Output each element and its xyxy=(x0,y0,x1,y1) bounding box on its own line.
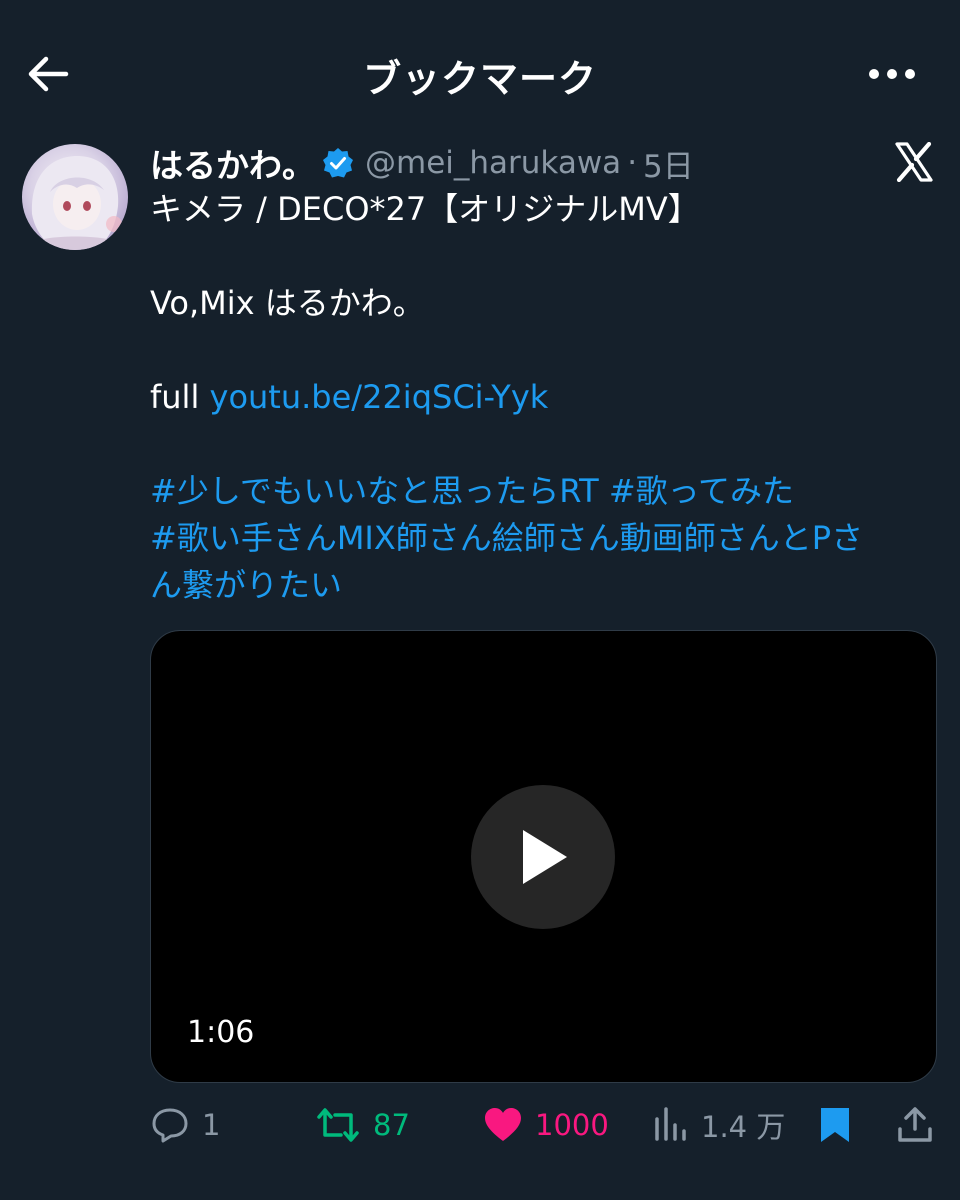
like-button[interactable]: 1000 xyxy=(483,1100,609,1150)
heart-icon xyxy=(485,1108,521,1141)
bookmark-icon xyxy=(821,1108,849,1142)
youtube-link[interactable]: youtu.be/22iqSCi-Yyk xyxy=(210,378,549,416)
tweet-credits-line: Vo,Mix はるかわ。 xyxy=(150,284,425,322)
top-bar: ブックマーク xyxy=(0,0,960,140)
display-name[interactable]: はるかわ。 xyxy=(150,139,315,187)
full-label: full xyxy=(150,378,210,416)
hashtag-line-1: #少しでもいいなと思ったらRT #歌ってみた xyxy=(150,468,930,515)
views-button[interactable]: 1.4 万 xyxy=(653,1100,785,1150)
bookmark-button[interactable] xyxy=(818,1100,852,1150)
more-horizontal-icon xyxy=(869,69,915,79)
play-button[interactable] xyxy=(471,785,615,929)
like-count: 1000 xyxy=(535,1108,609,1142)
user-handle[interactable]: @mei_harukawa xyxy=(365,145,621,181)
reply-icon xyxy=(152,1108,188,1143)
share-button[interactable] xyxy=(895,1100,935,1150)
retweet-icon xyxy=(317,1108,359,1142)
avatar-illustration xyxy=(28,156,122,250)
retweet-count: 87 xyxy=(373,1108,410,1142)
tweet-full-line: full youtu.be/22iqSCi-Yyk xyxy=(150,374,930,421)
tweet-text: キメラ / DECO*27【オリジナルMV】 Vo,Mix はるかわ。 full… xyxy=(150,186,930,609)
play-icon xyxy=(523,830,567,884)
hashtag-link-continued[interactable]: ん繋がりたい xyxy=(150,562,930,609)
hashtag-link[interactable]: #少しでもいいなと思ったらRT xyxy=(150,472,599,510)
hashtag-link[interactable]: #歌ってみた xyxy=(609,472,794,510)
avatar[interactable] xyxy=(22,144,128,250)
verified-badge-icon xyxy=(321,146,355,180)
page-title: ブックマーク xyxy=(362,57,597,101)
reply-button[interactable]: 1 xyxy=(150,1100,220,1150)
tweet-title-line: キメラ / DECO*27【オリジナルMV】 xyxy=(150,190,700,228)
reply-count: 1 xyxy=(202,1108,221,1142)
x-logo-icon[interactable] xyxy=(894,141,934,183)
timestamp[interactable]: 5日 xyxy=(643,141,694,186)
tweet-header: はるかわ。 @mei_harukawa · 5日 xyxy=(150,140,694,186)
views-icon xyxy=(655,1107,686,1141)
video-duration: 1:06 xyxy=(187,1015,255,1050)
views-count: 1.4 万 xyxy=(701,1110,786,1144)
more-button[interactable] xyxy=(866,58,918,90)
separator-dot: · xyxy=(627,145,638,181)
retweet-button[interactable]: 87 xyxy=(315,1100,410,1150)
hashtag-link[interactable]: #歌い手さんMIX師さん絵師さん動画師さんとPさ xyxy=(150,515,930,562)
tweet-actions: 1 87 1000 1.4 万 xyxy=(150,1100,940,1150)
video-player[interactable]: 1:06 xyxy=(150,630,937,1083)
share-icon xyxy=(898,1107,932,1142)
